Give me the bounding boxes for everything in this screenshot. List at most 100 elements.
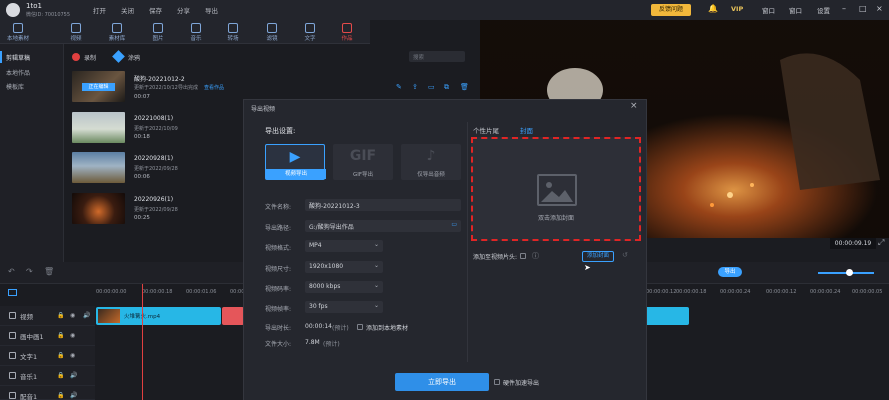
video-clip[interactable]: 火堆篝火.mp4 <box>96 307 221 325</box>
video-track-icon <box>9 312 16 319</box>
tool-video[interactable]: 视频 <box>60 20 92 44</box>
upload-icon[interactable]: ⇪ <box>412 83 418 91</box>
transition-clip[interactable] <box>222 307 244 325</box>
draft-thumbnail[interactable] <box>72 112 125 143</box>
export-now-button[interactable]: 立即导出 <box>395 373 489 391</box>
lock-icon[interactable]: 🔒 <box>57 332 64 339</box>
redo-icon[interactable]: ↷ <box>26 267 33 276</box>
playhead[interactable] <box>142 284 143 400</box>
draft-thumbnail[interactable] <box>72 152 125 183</box>
ruler-label: 00:00:00.00 <box>96 289 127 295</box>
edit-icon[interactable]: ✎ <box>396 83 402 91</box>
hw-accel-label[interactable]: 硬件加速导出 <box>503 378 539 387</box>
track-voiceover[interactable]: 配音1 🔒 🔊 <box>0 386 95 400</box>
eye-icon[interactable]: ◉ <box>70 332 75 339</box>
draft-title: 20220926(1) <box>134 196 174 203</box>
delete-icon[interactable]: 🗑 <box>44 267 54 276</box>
copy-icon[interactable]: ⧉ <box>444 83 449 92</box>
tool-library[interactable]: 素材库 <box>101 20 133 44</box>
folder-icon[interactable]: ▭ <box>428 83 435 91</box>
eye-icon[interactable]: ◉ <box>70 352 75 359</box>
lock-icon[interactable]: 🔒 <box>57 372 64 379</box>
tool-works[interactable]: 作品 <box>331 20 363 44</box>
tool-local-media[interactable]: 本地素材 <box>2 20 34 44</box>
eye-icon[interactable]: ◉ <box>70 312 75 319</box>
bitrate-select[interactable]: 8000 kbps ⌄ <box>305 281 383 293</box>
menu-close[interactable]: 关闭 <box>121 5 134 15</box>
tab-cover[interactable]: 封面 <box>520 125 533 135</box>
hw-accel-checkbox[interactable] <box>494 379 500 385</box>
bell-icon[interactable]: 🔔 <box>708 4 718 13</box>
lock-icon[interactable]: 🔒 <box>57 352 64 359</box>
track-video[interactable]: 视频 🔒 ◉ 🔊 <box>0 306 95 326</box>
draft-thumbnail[interactable] <box>72 193 125 224</box>
format-audio-card[interactable]: ♪ 仅导出音频 <box>401 144 461 180</box>
export-small-button[interactable]: 导出 <box>718 267 742 277</box>
minimize-icon[interactable]: – <box>842 4 846 13</box>
delete-icon[interactable]: 🗑 <box>460 83 469 91</box>
nav-local-works[interactable]: 本地作品 <box>6 68 30 77</box>
window-menu[interactable]: 窗口 <box>762 5 775 15</box>
record-icon[interactable] <box>72 53 80 61</box>
paint-label[interactable]: 涂鸦 <box>128 53 140 62</box>
fit-icon[interactable] <box>8 289 17 296</box>
format-video-card[interactable]: ▶ 视频导出 <box>265 144 326 180</box>
mute-icon[interactable]: 🔊 <box>83 312 90 319</box>
video-clip-tail[interactable] <box>646 307 689 325</box>
fps-select[interactable]: 30 fps ⌄ <box>305 301 383 313</box>
tool-music[interactable]: 音乐 <box>180 20 212 44</box>
track-pip[interactable]: 画中画1 🔒 ◉ <box>0 326 95 346</box>
feedback-button[interactable]: 反馈问题 <box>651 4 691 16</box>
tab-ending[interactable]: 个性片尾 <box>473 125 499 135</box>
menu-save[interactable]: 保存 <box>149 5 162 15</box>
size-value: 1920x1080 <box>309 263 344 270</box>
cover-drop-area[interactable]: 双击添加封面 <box>471 137 641 241</box>
avatar[interactable] <box>6 3 20 17</box>
nav-templates[interactable]: 模板库 <box>6 82 24 91</box>
folder-icon[interactable]: ▭ <box>451 221 457 228</box>
add-to-head-checkbox[interactable] <box>520 253 526 259</box>
zoom-handle[interactable] <box>846 269 853 276</box>
tool-filter[interactable]: 滤镜 <box>256 20 288 44</box>
maximize-icon[interactable]: □ <box>859 4 867 13</box>
menu-open[interactable]: 打开 <box>93 5 106 15</box>
add-cover-button[interactable]: 添加封面 <box>582 251 614 262</box>
filename-input[interactable]: 酸狗-20221012-3 <box>305 199 461 211</box>
vip-button[interactable]: VIP <box>731 5 743 13</box>
lock-icon[interactable]: 🔒 <box>57 312 64 319</box>
tool-transition[interactable]: 转场 <box>217 20 249 44</box>
format-select[interactable]: MP4 ⌄ <box>305 240 383 252</box>
format-gif-card[interactable]: GIF GIF导出 <box>333 144 393 180</box>
track-music[interactable]: 音乐1 🔒 🔊 <box>0 366 95 386</box>
close-icon[interactable]: × <box>630 101 638 111</box>
view-work-link[interactable]: 查看作品 <box>204 84 224 91</box>
tool-image[interactable]: 图片 <box>142 20 174 44</box>
add-local-label[interactable]: 添加到本地素材 <box>366 323 408 332</box>
record-label[interactable]: 录制 <box>84 53 96 62</box>
close-icon[interactable]: × <box>876 4 883 13</box>
skin-menu[interactable]: 窗口 <box>789 5 802 15</box>
mute-icon[interactable]: 🔊 <box>70 392 77 399</box>
path-input[interactable]: G:/酸狗导出作品 ▭ <box>305 220 461 232</box>
draft-thumbnail[interactable]: 正在编辑 <box>72 71 125 102</box>
mute-icon[interactable]: 🔊 <box>70 372 77 379</box>
draft-title: 20220928(1) <box>134 155 174 162</box>
menu-export[interactable]: 导出 <box>205 5 218 15</box>
search-input[interactable]: 搜索 <box>409 51 465 62</box>
track-text[interactable]: 文字1 🔒 ◉ <box>0 346 95 366</box>
help-icon[interactable]: ⓘ <box>532 251 539 261</box>
track-label: 配音1 <box>20 393 38 400</box>
lock-icon[interactable]: 🔒 <box>57 392 64 399</box>
size-select[interactable]: 1920x1080 ⌄ <box>305 261 383 273</box>
paint-icon[interactable] <box>112 50 125 63</box>
settings-menu[interactable]: 设置 <box>817 5 830 15</box>
undo-icon[interactable]: ↶ <box>8 267 15 276</box>
filesize-label: 文件大小: <box>265 341 292 348</box>
add-local-checkbox[interactable] <box>357 324 363 330</box>
reset-icon[interactable]: ↺ <box>622 251 628 259</box>
tool-text[interactable]: 文字 <box>294 20 326 44</box>
fullscreen-icon[interactable]: ⤢ <box>878 238 884 248</box>
nav-drafts[interactable]: 剪辑草稿 <box>6 53 30 62</box>
menu-share[interactable]: 分享 <box>177 5 190 15</box>
size-label: 视频尺寸: <box>265 266 292 273</box>
